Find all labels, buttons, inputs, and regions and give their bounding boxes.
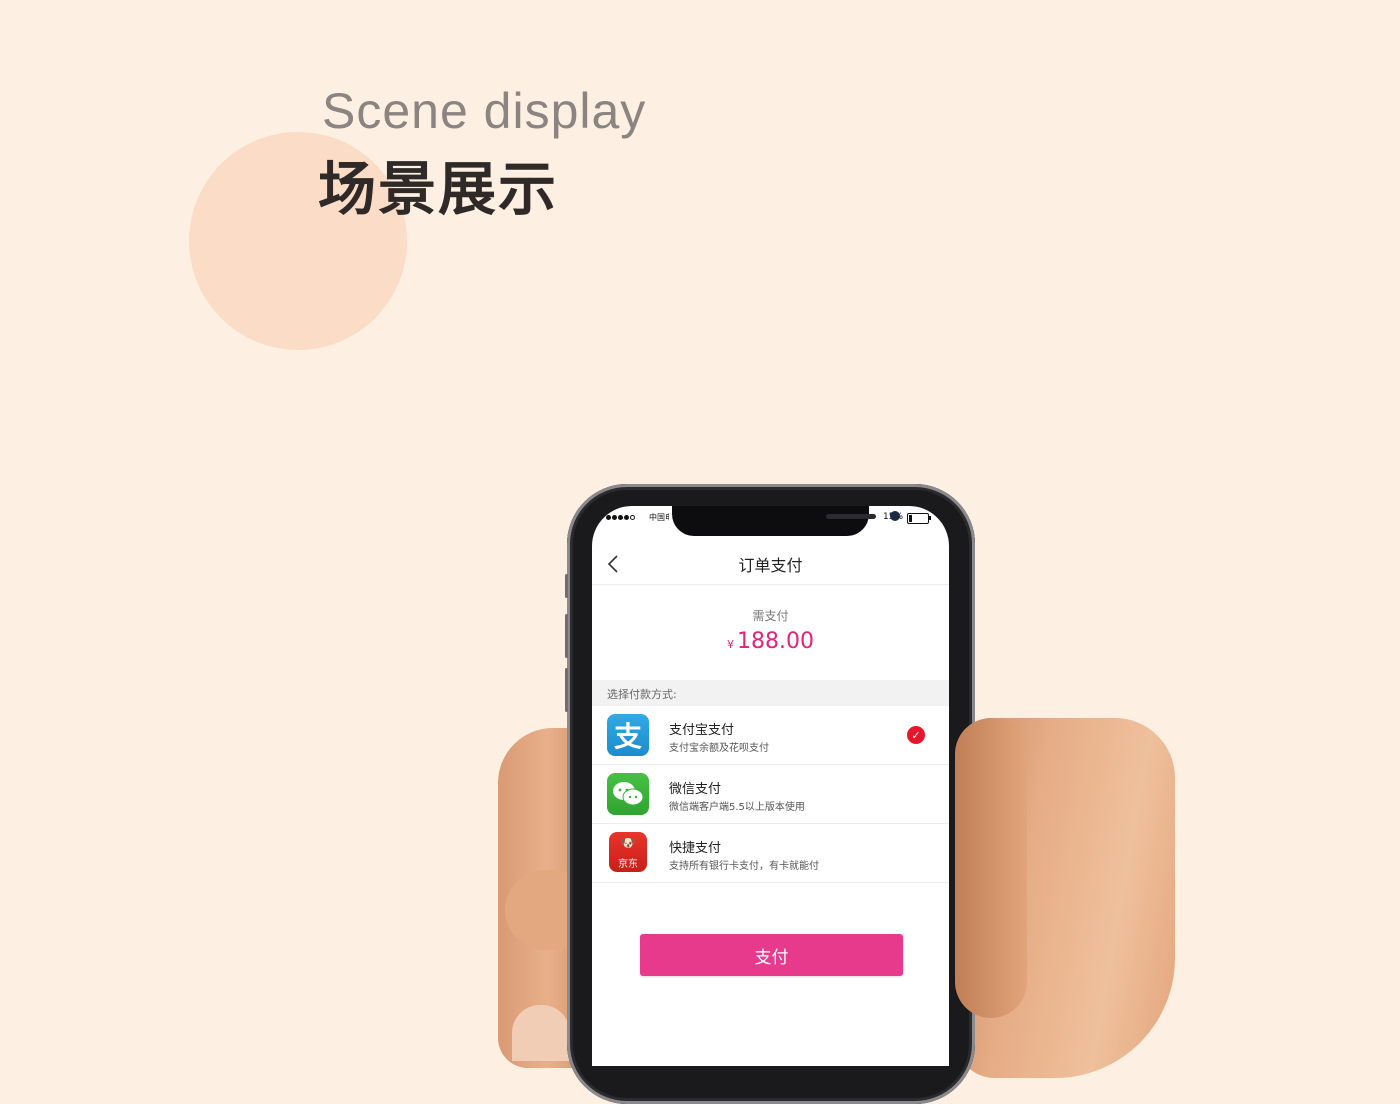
amount-label: 需支付 bbox=[752, 609, 789, 623]
payment-method-list: 支 支付宝支付 支付宝余额及花呗支付 ✓ 微信支付 微信端客户端5.5以上版本使… bbox=[592, 706, 949, 883]
payment-option-name: 支付宝支付 bbox=[669, 723, 735, 738]
payment-option-name: 快捷支付 bbox=[669, 841, 722, 856]
hand-thumb-image bbox=[955, 718, 1027, 1018]
phone-screen: 中国电信 15% 订单支付 需支付 ¥188.00 选择付款方式: 支 支付宝支… bbox=[592, 506, 949, 1066]
payment-option-desc: 支付宝余额及花呗支付 bbox=[669, 743, 769, 754]
phone-volume-up bbox=[565, 614, 568, 658]
battery-tip bbox=[929, 516, 931, 520]
phone-volume-down bbox=[565, 668, 568, 712]
amount-display: ¥188.00 bbox=[592, 629, 949, 654]
front-camera bbox=[890, 511, 900, 521]
hand-nail-image bbox=[512, 1005, 570, 1061]
navigation-bar: 订单支付 bbox=[592, 544, 949, 585]
payment-option-desc: 支持所有银行卡支付，有卡就能付 bbox=[669, 861, 819, 872]
wechat-icon bbox=[607, 773, 649, 815]
page-title: 订单支付 bbox=[738, 556, 803, 575]
payment-section-header: 选择付款方式: bbox=[592, 680, 949, 706]
currency-symbol: ¥ bbox=[727, 638, 734, 651]
signal-icon bbox=[606, 515, 635, 520]
payment-option-wechat[interactable]: 微信支付 微信端客户端5.5以上版本使用 bbox=[592, 765, 949, 824]
payment-option-quickpay[interactable]: 🐶 京东 快捷支付 支持所有银行卡支付，有卡就能付 bbox=[592, 824, 949, 883]
heading-english: Scene display bbox=[322, 83, 647, 139]
amount-value: 188.00 bbox=[737, 629, 814, 654]
alipay-icon: 支 bbox=[607, 714, 649, 756]
checkmark-icon[interactable]: ✓ bbox=[907, 726, 925, 744]
jd-logo-text: 京东 bbox=[618, 859, 638, 870]
phone-silent-switch bbox=[565, 574, 568, 598]
payment-section-label: 选择付款方式: bbox=[607, 688, 677, 701]
carrier-name: 中国电信 bbox=[649, 513, 669, 522]
battery-icon bbox=[907, 513, 929, 524]
wechat-bubbles-icon bbox=[613, 782, 644, 806]
jd-icon: 🐶 京东 bbox=[609, 832, 647, 872]
payment-option-alipay[interactable]: 支 支付宝支付 支付宝余额及花呗支付 ✓ bbox=[592, 706, 949, 765]
speaker-grille bbox=[826, 514, 876, 519]
payment-option-desc: 微信端客户端5.5以上版本使用 bbox=[669, 802, 805, 813]
jd-mascot-icon: 🐶 bbox=[620, 836, 636, 850]
payment-option-name: 微信支付 bbox=[669, 782, 722, 797]
heading-chinese: 场景展示 bbox=[318, 155, 559, 223]
phone-notch bbox=[672, 506, 900, 536]
pay-button[interactable]: 支付 bbox=[640, 934, 903, 976]
